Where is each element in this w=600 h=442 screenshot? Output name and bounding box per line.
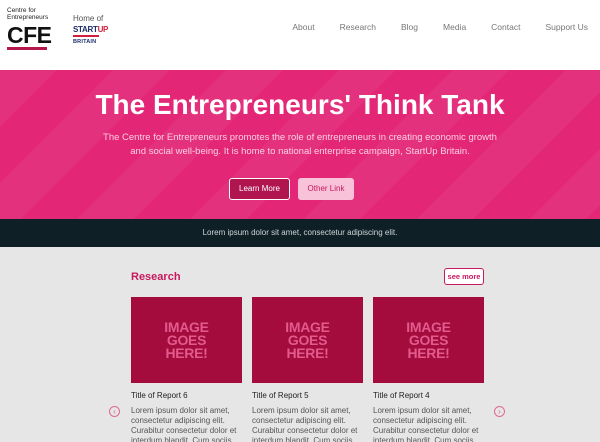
nav-contact[interactable]: Contact xyxy=(491,22,520,32)
report-description: Lorem ipsum dolor sit amet, consectetur … xyxy=(252,406,358,442)
hero-banner: The Entrepreneurs' Think Tank The Centre… xyxy=(0,70,600,219)
report-description: Lorem ipsum dolor sit amet, consectetur … xyxy=(373,406,479,442)
report-title[interactable]: Title of Report 4 xyxy=(373,391,484,400)
startup-britain-logo[interactable]: STARTUP BRITAIN xyxy=(73,25,108,46)
report-image[interactable]: IMAGE GOES HERE! xyxy=(252,297,363,383)
nav-support-us[interactable]: Support Us xyxy=(545,22,588,32)
nav-about[interactable]: About xyxy=(292,22,314,32)
image-placeholder-text: IMAGE GOES HERE! xyxy=(406,318,451,361)
image-placeholder-text: IMAGE GOES HERE! xyxy=(285,318,330,361)
research-title: Research xyxy=(131,271,181,283)
nav-blog[interactable]: Blog xyxy=(401,22,418,32)
logo-small-text-2: Entrepreneurs xyxy=(7,14,49,21)
chevron-right-icon[interactable]: › xyxy=(494,406,505,417)
site-header: Centre for Entrepreneurs CFE Home of STA… xyxy=(0,0,600,70)
nav-research[interactable]: Research xyxy=(340,22,376,32)
report-image[interactable]: IMAGE GOES HERE! xyxy=(131,297,242,383)
cfe-logo[interactable]: Centre for Entrepreneurs CFE xyxy=(7,7,52,50)
home-of-label: Home of xyxy=(73,14,104,23)
startup-divider xyxy=(73,35,99,37)
nav-media[interactable]: Media xyxy=(443,22,466,32)
other-link-button[interactable]: Other Link xyxy=(298,178,354,200)
learn-more-button[interactable]: Learn More xyxy=(229,178,290,200)
startup-start: START xyxy=(73,25,98,34)
main-nav: About Research Blog Media Contact Suppor… xyxy=(292,22,588,32)
report-card[interactable]: IMAGE GOES HERE! Title of Report 5 Lorem i… xyxy=(252,297,363,442)
chevron-left-icon[interactable]: ‹ xyxy=(109,406,120,417)
report-description: Lorem ipsum dolor sit amet, consectetur … xyxy=(131,406,237,442)
hero-text: The Centre for Entrepreneurs promotes th… xyxy=(103,132,497,157)
startup-britain: BRITAIN xyxy=(73,39,97,45)
report-image[interactable]: IMAGE GOES HERE! xyxy=(373,297,484,383)
report-title[interactable]: Title of Report 6 xyxy=(131,391,242,400)
logo-big-text: CFE xyxy=(7,22,52,48)
hero-title: The Entrepreneurs' Think Tank xyxy=(95,89,505,120)
logo-small-text-1: Centre for xyxy=(7,7,36,14)
info-strip: Lorem ipsum dolor sit amet, consectetur … xyxy=(0,219,600,247)
report-title[interactable]: Title of Report 5 xyxy=(252,391,363,400)
image-placeholder-text: IMAGE GOES HERE! xyxy=(164,318,209,361)
startup-up: UP xyxy=(97,25,109,34)
report-card[interactable]: IMAGE GOES HERE! Title of Report 6 Lorem i… xyxy=(131,297,242,442)
research-section: Research see more ‹ IMAGE GOES HERE! Title… xyxy=(0,247,600,442)
report-card[interactable]: IMAGE GOES HERE! Title of Report 4 Lorem i… xyxy=(373,297,484,442)
see-more-button[interactable]: see more xyxy=(444,268,484,285)
